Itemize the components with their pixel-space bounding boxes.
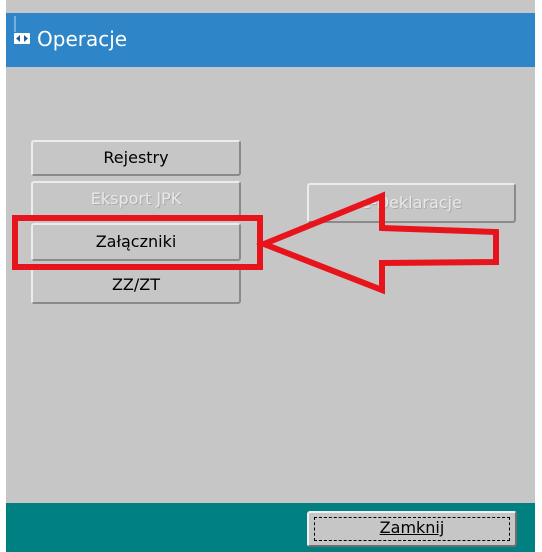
operacje-window: Operacje Rejestry Eksport JPK Załączniki… bbox=[6, 0, 535, 552]
zamknij-label: Zamknij bbox=[379, 518, 445, 537]
eksport-jpk-button[interactable]: Eksport JPK bbox=[31, 181, 241, 217]
zamknij-button[interactable]: Zamknij bbox=[307, 511, 517, 547]
title-bar: Operacje bbox=[6, 13, 535, 67]
app-window-icon bbox=[14, 16, 30, 44]
rejestry-button[interactable]: Rejestry bbox=[31, 140, 241, 176]
zzzt-button[interactable]: ZZ/ZT bbox=[31, 266, 241, 304]
e-deklaracje-button[interactable]: e-Deklaracje bbox=[307, 183, 516, 223]
zalaczniki-button[interactable]: Załączniki bbox=[31, 223, 241, 261]
window-title: Operacje bbox=[37, 27, 128, 51]
